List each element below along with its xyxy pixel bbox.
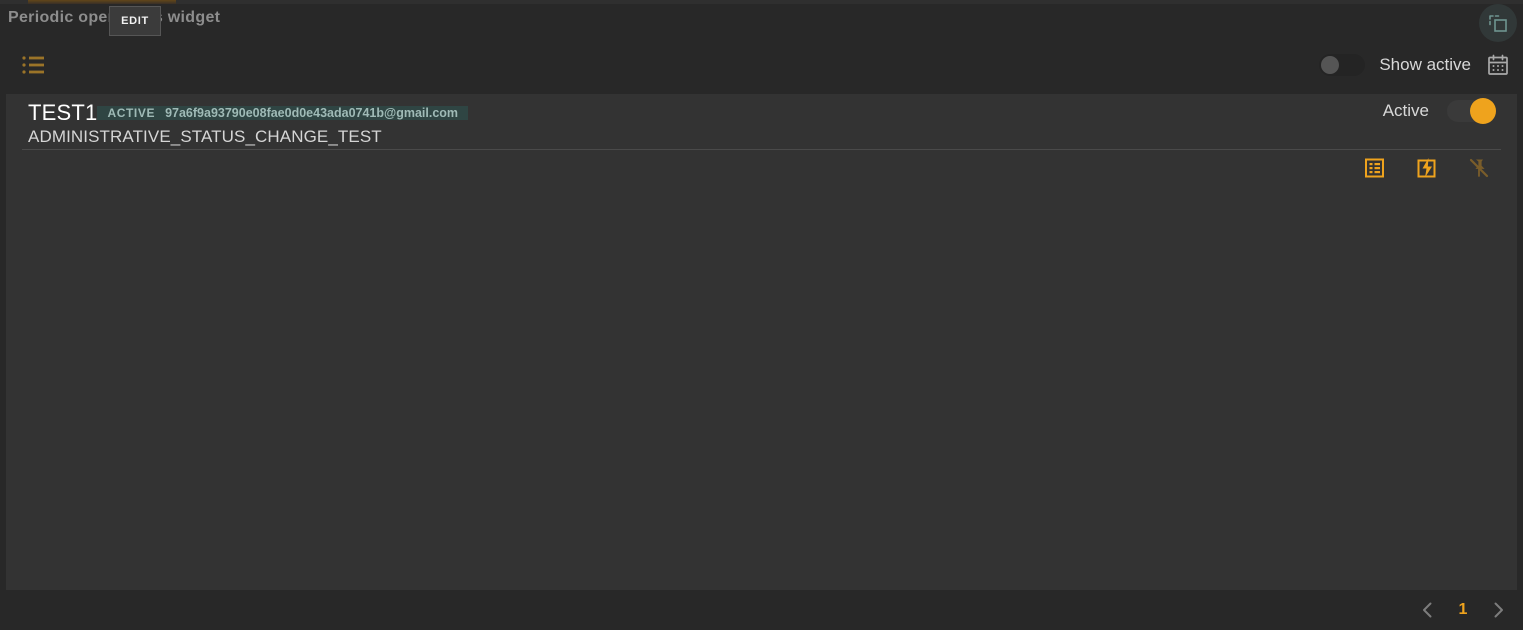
row-operation-type: ADMINISTRATIVE_STATUS_CHANGE_TEST <box>28 127 382 146</box>
row-active-label: Active <box>1382 101 1429 120</box>
table-row[interactable]: TEST1 ACTIVE 97a6f9a93790e08fae0d0e43ada… <box>6 94 1517 150</box>
widget-resize-button[interactable] <box>1479 4 1517 42</box>
page-number-1[interactable]: 1 <box>1457 601 1469 619</box>
row-email: 97a6f9a93790e08fae0d0e43ada0741b@gmail.c… <box>165 106 469 120</box>
details-list-icon <box>1365 158 1384 178</box>
widget-titlebar: Periodic operations widget <box>0 4 1523 42</box>
edit-tooltip-label: EDIT <box>121 15 149 27</box>
details-list-button[interactable] <box>1363 156 1387 180</box>
toolbar-right-group: Show active <box>1319 48 1511 82</box>
pagination: 1 <box>1415 590 1511 630</box>
status-badge: ACTIVE <box>97 106 166 120</box>
row-active-group: Active <box>1382 98 1496 124</box>
calendar-icon <box>1488 54 1508 75</box>
calendar-button[interactable] <box>1485 52 1511 78</box>
next-page-button[interactable] <box>1485 597 1511 623</box>
pagination-footer: 1 <box>0 590 1523 630</box>
execute-bolt-icon <box>1417 158 1436 178</box>
operations-list-card: TEST1 ACTIVE 97a6f9a93790e08fae0d0e43ada… <box>6 94 1517 590</box>
widget-toolbar: Show active <box>0 40 1523 90</box>
widget-actions <box>1479 4 1517 42</box>
row-active-toggle-knob <box>1470 98 1496 124</box>
pin-off-icon <box>1469 158 1489 178</box>
show-active-toggle[interactable] <box>1319 54 1366 76</box>
periodic-operations-widget: Periodic operations widget EDIT <box>0 0 1523 630</box>
row-active-toggle[interactable] <box>1447 98 1496 124</box>
chevron-left-icon <box>1423 602 1432 618</box>
row-name: TEST1 <box>28 100 98 125</box>
show-active-label: Show active <box>1379 55 1471 74</box>
row-title-line: TEST1 ACTIVE 97a6f9a93790e08fae0d0e43ada… <box>28 100 469 126</box>
chevron-right-icon <box>1494 602 1503 618</box>
row-action-buttons <box>1363 150 1491 186</box>
prev-page-button[interactable] <box>1415 597 1441 623</box>
list-view-icon <box>22 56 44 74</box>
list-view-button[interactable] <box>18 49 50 81</box>
show-active-toggle-knob <box>1321 56 1340 74</box>
edit-tooltip: EDIT <box>109 6 161 36</box>
row-divider <box>22 149 1501 150</box>
row-main-info: TEST1 ACTIVE 97a6f9a93790e08fae0d0e43ada… <box>28 100 469 147</box>
widget-resize-icon <box>1489 15 1507 32</box>
pin-off-button[interactable] <box>1467 156 1491 180</box>
execute-button[interactable] <box>1415 156 1439 180</box>
